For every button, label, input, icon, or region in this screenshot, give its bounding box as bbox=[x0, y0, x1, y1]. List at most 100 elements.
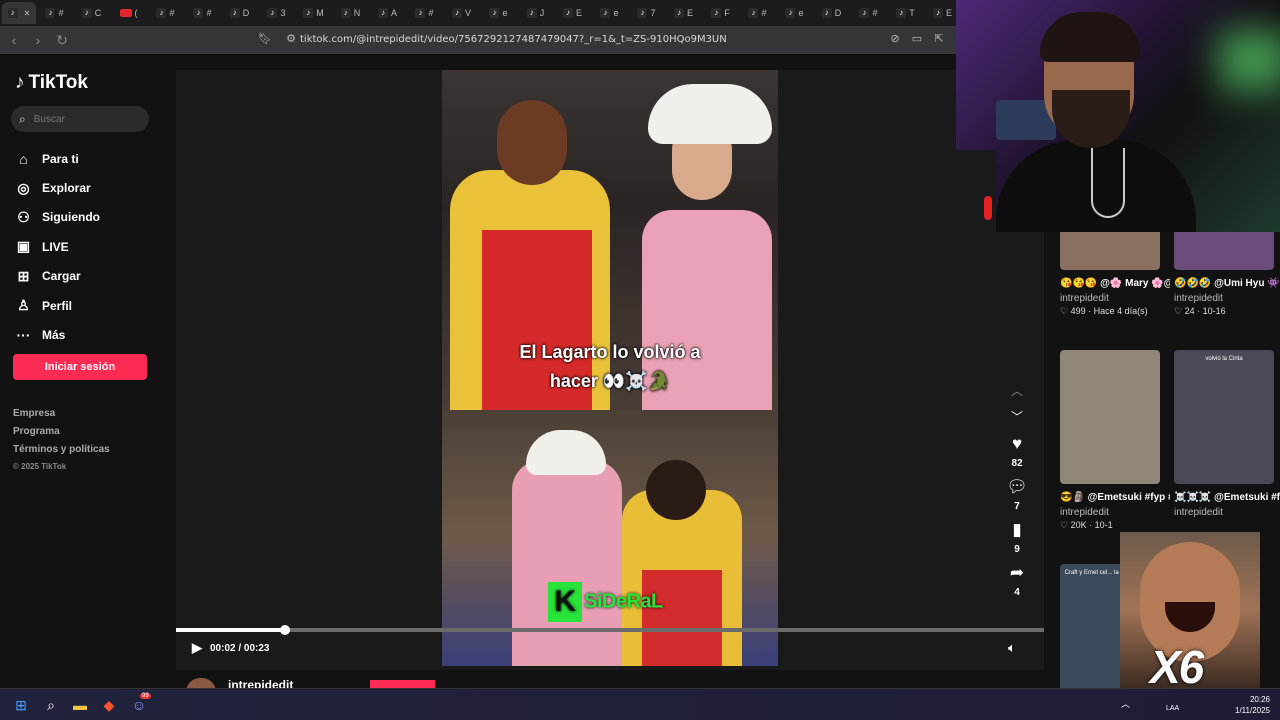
browser-tab[interactable]: ♪ # bbox=[184, 2, 221, 24]
browser-tab[interactable]: ♪ V bbox=[443, 2, 480, 24]
browser-tab[interactable]: ♪ C bbox=[73, 2, 110, 24]
back-icon[interactable]: ‹ bbox=[4, 30, 24, 50]
browser-tab[interactable]: ♪ E bbox=[924, 2, 956, 24]
sidebar-item[interactable]: ⊞ Cargar bbox=[15, 262, 100, 291]
watermark-text: SiDeRaL bbox=[584, 590, 663, 613]
save-action[interactable]: ▮ 9 bbox=[1012, 520, 1021, 555]
taskbar-search-icon[interactable]: ⌕ bbox=[41, 695, 61, 715]
save-count: 9 bbox=[1014, 544, 1020, 555]
video-progress-bar[interactable] bbox=[176, 625, 1044, 635]
play-icon[interactable]: ▶ bbox=[192, 640, 202, 656]
browser-tab[interactable]: ♪ J bbox=[517, 2, 554, 24]
related-video-thumbnail[interactable]: volvió la Cinta bbox=[1174, 350, 1274, 484]
related-video-card[interactable]: volvió la Cinta ☠️☠️☠️ @Emetsuki #fyp #hu… bbox=[1174, 350, 1280, 520]
site-info-icon[interactable]: ⚙ bbox=[284, 32, 298, 46]
related-video-card[interactable]: 😎🗿 @Emetsuki #fyp #humor... intrepidedit ♡… bbox=[1060, 350, 1170, 531]
previous-video-icon[interactable]: ︿ bbox=[1011, 382, 1023, 400]
file-explorer-icon[interactable]: ▬ bbox=[70, 695, 90, 715]
search-box[interactable]: ⌕ bbox=[11, 106, 149, 132]
reader-icon[interactable]: ▭ bbox=[910, 32, 924, 46]
browser-tab[interactable]: ♪ D bbox=[221, 2, 258, 24]
tiktok-favicon-icon: ♪ bbox=[711, 8, 722, 18]
browser-tab[interactable]: ♪ E bbox=[665, 2, 702, 24]
browser-tab-label: ( bbox=[134, 8, 138, 18]
browser-tab-label: e bbox=[502, 8, 508, 18]
footer-link-empresa[interactable]: Empresa bbox=[13, 408, 110, 426]
tiktok-favicon-icon: ♪ bbox=[377, 8, 388, 18]
related-video-card[interactable]: 🤣🤣🤣 @Umi Hyu 👾 #fyp #dota #ki... intrepid… bbox=[1174, 232, 1280, 317]
related-video-description: 🤣🤣🤣 @Umi Hyu 👾 #fyp #dota #ki... bbox=[1174, 278, 1280, 289]
forward-icon[interactable]: › bbox=[28, 30, 48, 50]
related-video-thumbnail[interactable] bbox=[1060, 232, 1160, 270]
url-field[interactable]: tiktok.com/@intrepidedit/video/756729212… bbox=[300, 26, 727, 54]
like-action[interactable]: ♥ 82 bbox=[1011, 434, 1022, 469]
browser-tab[interactable]: ♪ e bbox=[591, 2, 628, 24]
footer-link-programa[interactable]: Programa bbox=[13, 426, 110, 444]
browser-tab[interactable]: ♪ # bbox=[147, 2, 184, 24]
tray-language[interactable]: LAA bbox=[1166, 705, 1179, 712]
browser-tab[interactable]: ♪ # bbox=[406, 2, 443, 24]
tiktok-favicon-icon: ♪ bbox=[600, 8, 611, 18]
browser-tab[interactable]: ♪ ✕ bbox=[2, 2, 36, 24]
tiktok-favicon-icon: ♪ bbox=[7, 8, 18, 18]
sidebar-item[interactable]: ▣ LIVE bbox=[15, 232, 100, 261]
browser-tab[interactable]: ♪ E bbox=[554, 2, 591, 24]
related-video-stats: ♡ 499 · Hace 4 día(s) bbox=[1060, 306, 1148, 316]
related-video-card[interactable]: 😘😘😘 @🌸 Mary 🌸@Julieta 💗... intrepidedit ♡ … bbox=[1060, 232, 1170, 317]
browser-tab[interactable]: ♪ e bbox=[480, 2, 517, 24]
browser-tab[interactable]: ♪ F bbox=[702, 2, 739, 24]
browser-tab-label: 3 bbox=[280, 8, 286, 18]
browser-tab[interactable]: ♪ N bbox=[332, 2, 369, 24]
video-person-head bbox=[497, 100, 567, 185]
tiktok-logo[interactable]: ♪ TikTok bbox=[15, 72, 88, 94]
browser-tab[interactable]: ♪ M bbox=[295, 2, 332, 24]
browser-tab[interactable]: ♪ e bbox=[776, 2, 813, 24]
no-tracking-icon[interactable]: ⊘ bbox=[888, 32, 902, 46]
browser-tab[interactable]: ♪ D bbox=[813, 2, 850, 24]
comment-action[interactable]: 💬︎ 7 bbox=[1006, 477, 1028, 512]
search-input[interactable] bbox=[33, 113, 134, 125]
brave-browser-icon[interactable]: ◆ bbox=[99, 695, 119, 715]
browser-tab[interactable]: ♪ # bbox=[739, 2, 776, 24]
browser-tab[interactable]: ♪ # bbox=[850, 2, 887, 24]
sidebar-item[interactable]: ··· Más bbox=[15, 320, 100, 349]
tiktok-favicon-icon: ♪ bbox=[859, 8, 870, 18]
share-action[interactable]: ➦ 4 bbox=[1010, 563, 1024, 598]
video-frame[interactable]: El Lagarto lo volvió a hacer 👀☠️🐊 K SiDeR… bbox=[442, 70, 778, 666]
close-tab-icon[interactable]: ✕ bbox=[24, 9, 31, 18]
related-video-thumbnail[interactable] bbox=[1060, 350, 1160, 484]
related-video-author: intrepidedit bbox=[1060, 293, 1109, 304]
tiktok-wordmark: TikTok bbox=[28, 72, 88, 93]
volume-icon[interactable]: 🔈︎ bbox=[1008, 640, 1016, 656]
progress-knob[interactable] bbox=[279, 625, 290, 635]
sidebar-item[interactable]: ⚇ Siguiendo bbox=[15, 203, 100, 232]
login-button[interactable]: Iniciar sesión bbox=[13, 354, 147, 380]
tiktok-favicon-icon: ♪ bbox=[526, 8, 537, 18]
tray-chevron-icon[interactable]: ︿ bbox=[1121, 697, 1130, 710]
sidebar-footer: Empresa Programa Términos y políticas © … bbox=[13, 408, 110, 480]
browser-tab[interactable]: ♪ T bbox=[887, 2, 924, 24]
upload-icon: ⊞ bbox=[17, 267, 30, 284]
browser-tab[interactable]: ♪ 7 bbox=[628, 2, 665, 24]
bookmark-icon[interactable]: 🔖︎ bbox=[258, 32, 272, 46]
related-video-stats: ♡ 20K · 10-1 bbox=[1060, 520, 1113, 530]
browser-tab[interactable]: ♪ A bbox=[369, 2, 406, 24]
browser-tab-label: # bbox=[169, 8, 175, 18]
reload-icon[interactable]: ↻ bbox=[52, 30, 72, 50]
sidebar-item[interactable]: ♙ Perfil bbox=[15, 291, 100, 320]
browser-tab[interactable]: ( bbox=[110, 2, 147, 24]
related-video-thumbnail[interactable] bbox=[1174, 232, 1274, 270]
browser-tab[interactable]: ♪ 3 bbox=[258, 2, 295, 24]
browser-tab[interactable]: ♪ # bbox=[36, 2, 73, 24]
sidebar-item-label: Explorar bbox=[42, 181, 91, 196]
playback-controls: ▶ 00:02 / 00:23 bbox=[192, 640, 270, 656]
footer-link-terms[interactable]: Términos y políticas bbox=[13, 444, 110, 462]
sidebar-item[interactable]: ⌂ Para ti bbox=[15, 144, 100, 173]
taskbar-clock[interactable]: 20:26 1/11/2025 bbox=[1226, 694, 1270, 716]
next-video-icon[interactable]: ﹀ bbox=[1011, 408, 1023, 426]
taskbar: ⊞ ⌕ ▬ ◆ ☺ 99 ︿ LAA 20:26 1/11/2025 bbox=[0, 688, 1280, 720]
sidebar-item[interactable]: ◎ Explorar bbox=[15, 173, 100, 202]
windows-start-icon[interactable]: ⊞ bbox=[11, 695, 31, 715]
video-player[interactable]: El Lagarto lo volvió a hacer 👀☠️🐊 K SiDeR… bbox=[176, 70, 1044, 670]
share-icon[interactable]: ⇱ bbox=[932, 32, 946, 46]
